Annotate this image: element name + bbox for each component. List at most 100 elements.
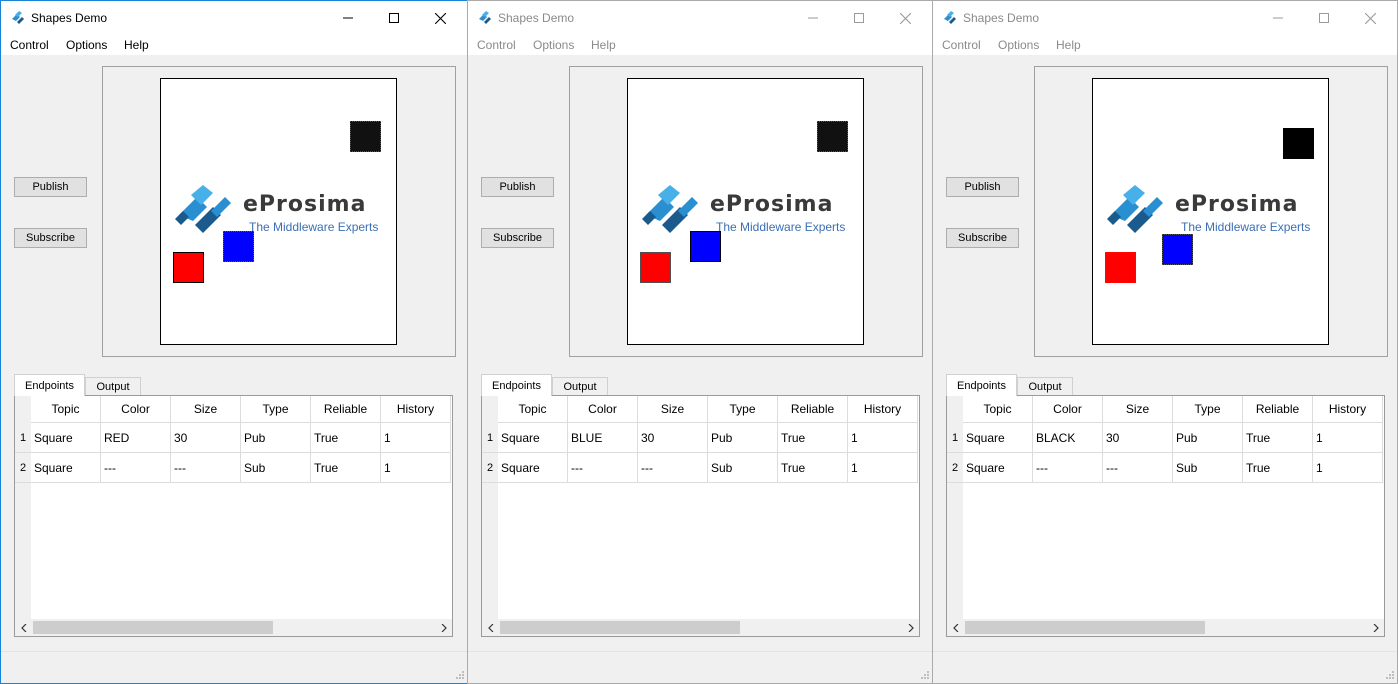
subscribe-button[interactable]: Subscribe <box>14 228 87 248</box>
square-shape <box>1105 252 1136 283</box>
eprosima-logo: eProsima The Middleware Experts <box>1107 185 1317 237</box>
scroll-left-button[interactable] <box>947 619 964 636</box>
horizontal-scrollbar[interactable] <box>482 619 919 636</box>
column-header[interactable]: Color <box>1033 396 1103 423</box>
column-header[interactable]: Topic <box>963 396 1033 423</box>
maximize-button[interactable] <box>371 1 417 35</box>
column-header[interactable]: Topic <box>31 396 101 423</box>
square-shape <box>817 121 848 152</box>
table-row[interactable]: 1 Square BLACK 30 Pub True 1 <box>947 423 1384 453</box>
publish-button[interactable]: Publish <box>946 177 1019 197</box>
scroll-thumb[interactable] <box>965 621 1205 634</box>
menu-control[interactable]: Control <box>477 38 516 52</box>
scroll-left-button[interactable] <box>482 619 499 636</box>
title-bar[interactable]: Shapes Demo <box>468 1 932 35</box>
horizontal-scrollbar[interactable] <box>15 619 452 636</box>
resize-grip[interactable] <box>920 669 930 683</box>
tab-endpoints[interactable]: Endpoints <box>14 374 85 396</box>
row-number: 2 <box>15 453 31 483</box>
menu-help[interactable]: Help <box>1056 38 1081 52</box>
menu-help[interactable]: Help <box>124 38 149 52</box>
maximize-icon <box>389 13 399 23</box>
canvas-frame: eProsima The Middleware Experts <box>102 66 456 357</box>
endpoints-table: Topic Color Size Type Reliable History 1 Square… <box>946 395 1385 637</box>
shapes-canvas[interactable]: eProsima The Middleware Experts <box>1092 78 1329 345</box>
eprosima-logo: eProsima The Middleware Experts <box>642 185 852 237</box>
publish-button[interactable]: Publish <box>14 177 87 197</box>
table-cell: BLACK <box>1033 423 1103 453</box>
column-header[interactable]: Reliable <box>311 396 381 423</box>
eprosima-logo-icon <box>1107 185 1163 233</box>
logo-name: eProsima <box>1175 192 1299 217</box>
menu-options[interactable]: Options <box>66 38 107 52</box>
publish-button[interactable]: Publish <box>481 177 554 197</box>
menu-options[interactable]: Options <box>533 38 574 52</box>
table-row[interactable]: 2 Square --- --- Sub True 1 <box>947 453 1384 483</box>
table-row[interactable]: 1 Square BLUE 30 Pub True 1 <box>482 423 919 453</box>
table-row[interactable]: 1 Square RED 30 Pub True 1 <box>15 423 452 453</box>
minimize-button[interactable] <box>790 1 836 35</box>
window-title: Shapes Demo <box>498 11 575 25</box>
table-cell: Square <box>31 423 101 453</box>
scroll-right-button[interactable] <box>435 619 452 636</box>
subscribe-button[interactable]: Subscribe <box>946 228 1019 248</box>
title-bar[interactable]: Shapes Demo <box>1 1 467 35</box>
tab-output[interactable]: Output <box>1017 377 1073 396</box>
column-header[interactable]: Type <box>1173 396 1243 423</box>
close-button[interactable] <box>417 1 463 35</box>
logo-name: eProsima <box>243 192 367 217</box>
chevron-left-icon <box>20 623 26 632</box>
column-header[interactable]: Reliable <box>1243 396 1313 423</box>
column-header[interactable]: Color <box>568 396 638 423</box>
horizontal-scrollbar[interactable] <box>947 619 1384 636</box>
shapes-canvas[interactable]: eProsima The Middleware Experts <box>627 78 864 345</box>
table-cell: Square <box>31 453 101 483</box>
close-icon <box>434 12 446 24</box>
resize-grip[interactable] <box>1385 669 1395 683</box>
subscribe-button[interactable]: Subscribe <box>481 228 554 248</box>
shapes-canvas[interactable]: eProsima The Middleware Experts <box>160 78 397 345</box>
close-button[interactable] <box>882 1 928 35</box>
column-header[interactable]: Size <box>638 396 708 423</box>
table-cell: --- <box>171 453 241 483</box>
column-header[interactable]: Size <box>1103 396 1173 423</box>
tab-output[interactable]: Output <box>85 377 141 396</box>
scroll-right-button[interactable] <box>902 619 919 636</box>
maximize-button[interactable] <box>836 1 882 35</box>
table-cell: 30 <box>171 423 241 453</box>
menu-control[interactable]: Control <box>942 38 981 52</box>
scroll-thumb[interactable] <box>500 621 740 634</box>
scroll-right-button[interactable] <box>1367 619 1384 636</box>
table-header: Topic Color Size Type Reliable History <box>498 396 919 423</box>
resize-grip[interactable] <box>455 669 465 683</box>
title-bar[interactable]: Shapes Demo <box>933 1 1397 35</box>
maximize-button[interactable] <box>1301 1 1347 35</box>
app-icon <box>10 10 26 26</box>
column-header[interactable]: Type <box>241 396 311 423</box>
tab-output[interactable]: Output <box>552 377 608 396</box>
table-cell: --- <box>101 453 171 483</box>
column-header[interactable]: History <box>848 396 918 423</box>
tab-endpoints[interactable]: Endpoints <box>946 374 1017 396</box>
table-row[interactable]: 2 Square --- --- Sub True 1 <box>15 453 452 483</box>
column-header[interactable]: Type <box>708 396 778 423</box>
scroll-left-button[interactable] <box>15 619 32 636</box>
menu-control[interactable]: Control <box>10 38 49 52</box>
close-button[interactable] <box>1347 1 1393 35</box>
table-cell: BLUE <box>568 423 638 453</box>
table-row[interactable]: 2 Square --- --- Sub True 1 <box>482 453 919 483</box>
column-header[interactable]: History <box>381 396 451 423</box>
table-cell: 1 <box>1313 453 1383 483</box>
minimize-button[interactable] <box>1255 1 1301 35</box>
menu-options[interactable]: Options <box>998 38 1039 52</box>
column-header[interactable]: History <box>1313 396 1383 423</box>
column-header[interactable]: Color <box>101 396 171 423</box>
column-header[interactable]: Topic <box>498 396 568 423</box>
table-cell: True <box>311 423 381 453</box>
column-header[interactable]: Size <box>171 396 241 423</box>
column-header[interactable]: Reliable <box>778 396 848 423</box>
scroll-thumb[interactable] <box>33 621 273 634</box>
menu-help[interactable]: Help <box>591 38 616 52</box>
tab-endpoints[interactable]: Endpoints <box>481 374 552 396</box>
minimize-button[interactable] <box>325 1 371 35</box>
